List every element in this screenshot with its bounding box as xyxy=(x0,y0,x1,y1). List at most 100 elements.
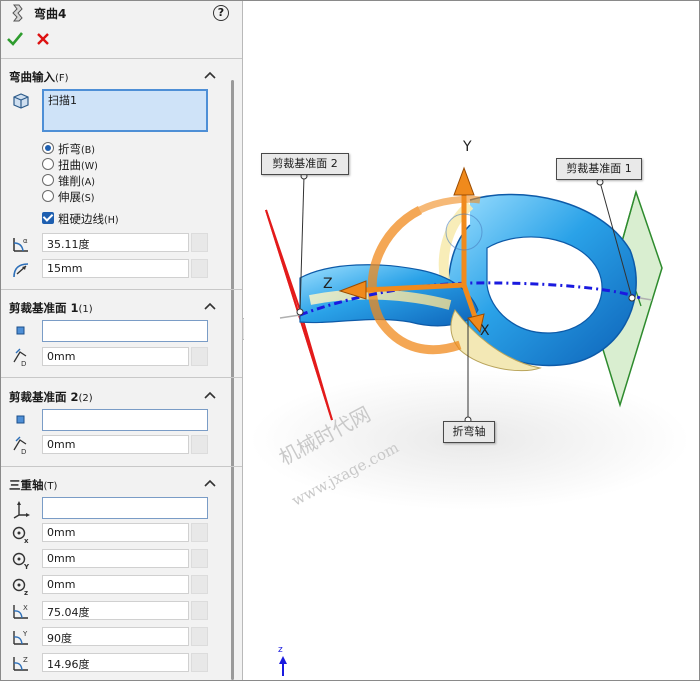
trim-plane-2-distance-spinner[interactable] xyxy=(191,435,208,454)
divider xyxy=(0,377,242,378)
section-bend-input-label: 弯曲输入 xyxy=(9,70,55,84)
section-triad-label: 三重轴 xyxy=(9,478,44,492)
triad-y-field[interactable]: 0mm xyxy=(42,549,189,568)
body-selection-box[interactable]: 扫描1 xyxy=(42,89,208,132)
triad-rot-y-spinner[interactable] xyxy=(191,627,208,646)
radius-icon xyxy=(13,263,29,278)
callout-dot xyxy=(628,294,636,302)
view-z-arrowhead xyxy=(279,656,287,664)
triad-rot-z: 14.96度 xyxy=(47,658,90,671)
axis-x-label: X xyxy=(480,323,490,339)
trim-plane-1-distance-field[interactable]: 0mm xyxy=(42,347,189,366)
callout-dot xyxy=(296,308,304,316)
trim-plane-2-reference-box[interactable] xyxy=(42,409,208,431)
ok-button[interactable] xyxy=(7,31,23,47)
trim-plane-1-distance: 0mm xyxy=(47,350,76,363)
reference-point-icon xyxy=(16,415,25,424)
triad-z-field[interactable]: 0mm xyxy=(42,575,189,594)
svg-text:α: α xyxy=(23,237,28,245)
triad-rot-z-spinner[interactable] xyxy=(191,653,208,672)
x-coordinate-icon: x xyxy=(12,526,29,544)
angle-field[interactable]: 35.11度 xyxy=(42,233,189,252)
svg-text:X: X xyxy=(23,604,28,612)
graphics-area[interactable]: Y Z X z 剪裁基准面 2 剪裁基准面 1 折弯轴 机械时代网 www.jx… xyxy=(244,0,700,681)
triad-x: 0mm xyxy=(47,526,76,539)
section-trim-plane-1[interactable]: 剪裁基准面 1(1) xyxy=(0,297,233,317)
selected-body: 扫描1 xyxy=(48,94,77,107)
chevron-up-icon[interactable] xyxy=(204,390,216,400)
svg-text:Z: Z xyxy=(23,656,28,664)
chevron-up-icon[interactable] xyxy=(204,301,216,311)
svg-text:D: D xyxy=(21,448,26,455)
radio-stretch-label: 伸展 xyxy=(58,190,81,204)
help-icon[interactable]: ? xyxy=(213,5,229,21)
cancel-button[interactable] xyxy=(35,31,51,47)
svg-text:Y: Y xyxy=(23,563,30,570)
svg-text:x: x xyxy=(24,537,29,544)
triad-rot-x-field[interactable]: 75.04度 xyxy=(42,601,189,620)
section-trim-plane-1-key: (1) xyxy=(78,304,93,315)
section-trim-plane-1-label: 剪裁基准面 1 xyxy=(9,301,79,315)
triad-reference-box[interactable] xyxy=(42,497,208,519)
radio-bend-label: 折弯 xyxy=(58,142,81,156)
triad-rot-y: 90度 xyxy=(47,632,72,645)
chevron-up-icon[interactable] xyxy=(204,478,216,488)
triad-x-field[interactable]: 0mm xyxy=(42,523,189,542)
section-triad[interactable]: 三重轴(T) xyxy=(0,474,233,494)
triad-rot-y-field[interactable]: 90度 xyxy=(42,627,189,646)
property-manager: 弯曲4 ? 弯曲输入(F) 扫描1 折弯(B) 扭曲(W) 锥削(A) 伸展(S… xyxy=(0,0,243,681)
angle-spinner[interactable] xyxy=(191,233,208,252)
divider xyxy=(0,289,242,290)
radius-value: 15mm xyxy=(47,262,83,275)
triad-x-spinner[interactable] xyxy=(191,523,208,542)
section-trim-plane-2-key: (2) xyxy=(78,393,93,404)
triad-y: 0mm xyxy=(47,552,76,565)
radio-twist-label: 扭曲 xyxy=(58,158,81,172)
scrollbar[interactable] xyxy=(231,80,234,680)
rotation-y-icon: Y xyxy=(13,630,28,645)
svg-text:z: z xyxy=(24,589,28,596)
axis-y-label: Y xyxy=(463,139,472,155)
reference-point-icon xyxy=(16,326,25,335)
callout-bend-axis[interactable]: 折弯轴 xyxy=(443,421,495,443)
triad-rot-z-field[interactable]: 14.96度 xyxy=(42,653,189,672)
triad-rot-x: 75.04度 xyxy=(47,606,90,619)
triad-z-spinner[interactable] xyxy=(191,575,208,594)
trim-plane-1-distance-spinner[interactable] xyxy=(191,347,208,366)
body-select-icon xyxy=(13,93,29,109)
section-triad-key: (T) xyxy=(43,481,58,492)
divider xyxy=(0,58,242,59)
callout-trim-plane-2[interactable]: 剪裁基准面 2 xyxy=(261,153,349,175)
triad-y-arrowhead xyxy=(453,166,475,196)
triad-rot-x-spinner[interactable] xyxy=(191,601,208,620)
view-axis-z-label: z xyxy=(278,645,283,655)
section-bend-input[interactable]: 弯曲输入(F) xyxy=(0,66,233,86)
feature-title: 弯曲4 xyxy=(34,7,67,21)
hard-edges-label: 粗硬边线 xyxy=(58,212,104,226)
flex-feature-icon xyxy=(12,4,23,22)
triad-z: 0mm xyxy=(47,578,76,591)
axis-z-label: Z xyxy=(323,276,333,292)
triad-icon xyxy=(13,501,30,519)
radio-taper-label: 锥削 xyxy=(58,174,81,188)
section-trim-plane-2-label: 剪裁基准面 2 xyxy=(9,390,79,404)
radius-spinner[interactable] xyxy=(191,259,208,278)
section-bend-input-key: (F) xyxy=(55,73,69,84)
angle-value: 35.11度 xyxy=(47,238,90,251)
trim-plane-2-distance-field[interactable]: 0mm xyxy=(42,435,189,454)
rotation-z-icon: Z xyxy=(13,656,28,671)
y-coordinate-icon: Y xyxy=(12,552,30,570)
title-bar: 弯曲4 ? xyxy=(0,0,242,26)
callout-trim-plane-1[interactable]: 剪裁基准面 1 xyxy=(556,158,642,180)
model-view[interactable] xyxy=(244,0,700,681)
rotation-x-icon: X xyxy=(13,604,28,619)
z-coordinate-icon: z xyxy=(12,578,28,596)
triad-y-spinner[interactable] xyxy=(191,549,208,568)
trim-plane-1-reference-box[interactable] xyxy=(42,320,208,342)
svg-text:D: D xyxy=(21,360,26,367)
section-trim-plane-2[interactable]: 剪裁基准面 2(2) xyxy=(0,386,233,406)
distance-icon: D xyxy=(13,436,26,455)
chevron-up-icon[interactable] xyxy=(204,70,216,80)
radius-field[interactable]: 15mm xyxy=(42,259,189,278)
distance-icon: D xyxy=(13,348,26,367)
